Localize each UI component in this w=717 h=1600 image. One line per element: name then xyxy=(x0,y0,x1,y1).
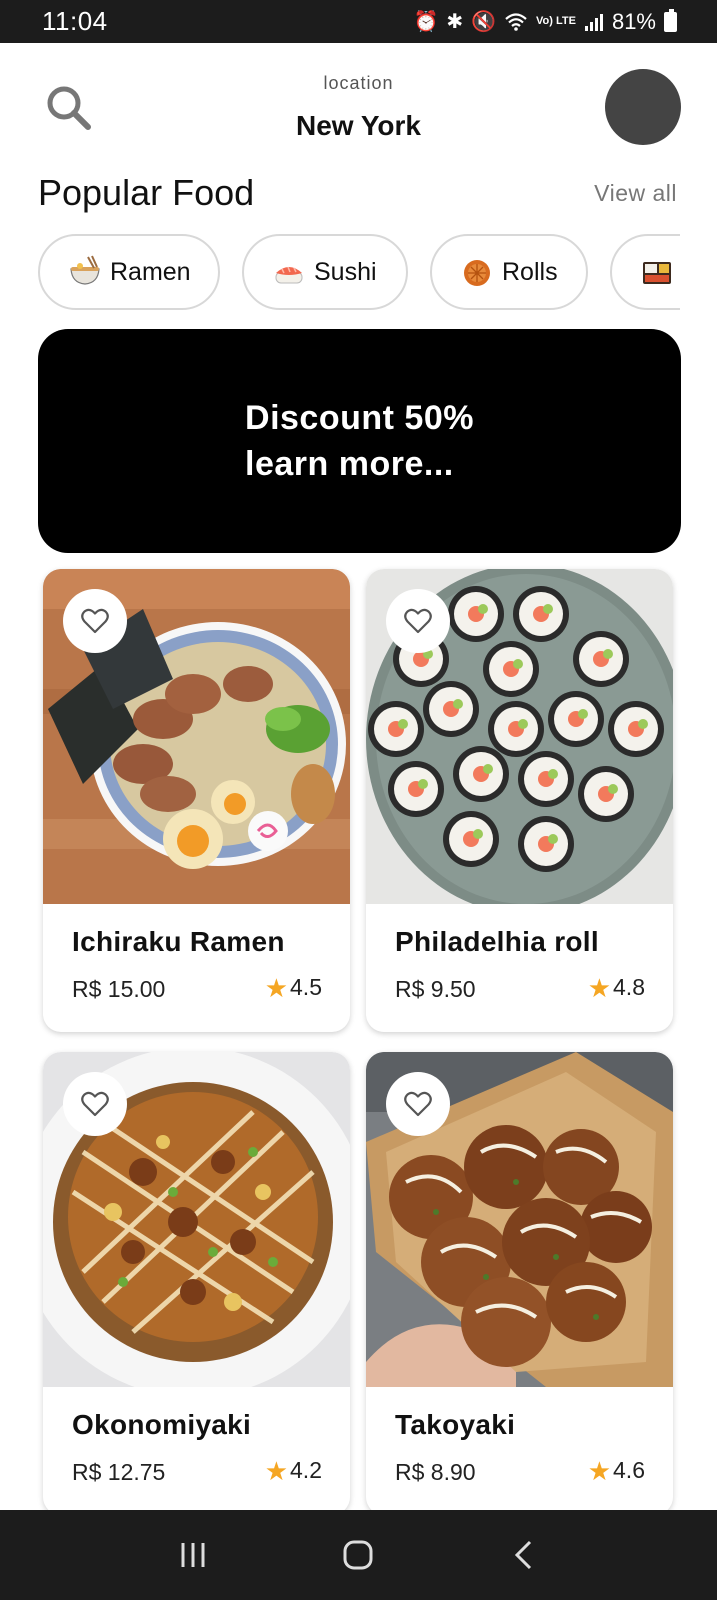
favorite-button[interactable] xyxy=(386,1072,450,1136)
avatar[interactable] xyxy=(605,69,681,145)
food-card[interactable]: Philadelhia roll R$ 9.50 ★ 4.8 xyxy=(366,569,673,1032)
category-chip-bento[interactable] xyxy=(610,234,680,310)
rating-value: 4.5 xyxy=(290,974,322,1000)
food-price: R$ 8.90 xyxy=(395,1459,476,1485)
heart-outline-icon xyxy=(81,608,109,634)
food-name: Philadelhia roll xyxy=(395,926,599,957)
heart-outline-icon xyxy=(404,1091,432,1117)
food-rating: ★ 4.2 xyxy=(265,1457,322,1484)
category-list: Ramen Sushi Rolls xyxy=(38,234,680,310)
home-icon xyxy=(343,1540,373,1570)
category-label: Rolls xyxy=(502,257,558,286)
star-icon: ★ xyxy=(264,1455,289,1486)
view-all-link[interactable]: View all xyxy=(594,180,677,207)
heart-outline-icon xyxy=(404,608,432,634)
bento-box-emoji xyxy=(643,262,671,284)
recent-apps-button[interactable] xyxy=(163,1525,223,1585)
food-price: R$ 9.50 xyxy=(395,976,476,1002)
food-price: R$ 15.00 xyxy=(72,976,166,1002)
system-nav-bar xyxy=(0,1510,717,1600)
favorite-button[interactable] xyxy=(386,589,450,653)
home-button[interactable] xyxy=(328,1525,388,1585)
food-rating: ★ 4.6 xyxy=(588,1457,645,1484)
network-type: Vo) LTE xyxy=(536,15,576,27)
back-button[interactable] xyxy=(494,1525,554,1585)
banner-line2: learn more... xyxy=(245,445,454,483)
screen: 11:04 ⏰ ✱ 🔇 Vo) LTE 81% location New Yor… xyxy=(0,0,717,1600)
star-icon: ★ xyxy=(264,972,289,1003)
bluetooth-icon: ✱ xyxy=(446,11,464,33)
food-price: R$ 12.75 xyxy=(72,1459,166,1485)
category-chip-sushi[interactable]: Sushi xyxy=(242,234,408,310)
category-label: Sushi xyxy=(314,257,377,286)
heart-outline-icon xyxy=(81,1091,109,1117)
rating-value: 4.8 xyxy=(613,974,645,1000)
mute-icon: 🔇 xyxy=(471,11,497,33)
rating-value: 4.2 xyxy=(290,1457,322,1483)
header: location New York xyxy=(0,43,717,168)
back-icon xyxy=(515,1540,532,1570)
signal-icon xyxy=(584,13,603,31)
food-name: Ichiraku Ramen xyxy=(72,926,285,957)
category-chip-rolls[interactable]: Rolls xyxy=(430,234,588,310)
ramen-bowl-emoji xyxy=(70,255,100,285)
favorite-button[interactable] xyxy=(63,589,127,653)
recent-apps-icon xyxy=(181,1543,205,1567)
alarm-icon: ⏰ xyxy=(413,11,439,33)
favorite-button[interactable] xyxy=(63,1072,127,1136)
status-bar: 11:04 ⏰ ✱ 🔇 Vo) LTE 81% xyxy=(0,0,717,43)
section-title: Popular Food xyxy=(38,172,255,213)
battery-icon xyxy=(664,8,677,32)
rating-value: 4.6 xyxy=(613,1457,645,1483)
battery-percent: 81% xyxy=(611,8,656,34)
sushi-emoji xyxy=(275,266,303,284)
food-name: Takoyaki xyxy=(395,1409,516,1440)
food-rating: ★ 4.5 xyxy=(265,974,322,1001)
star-icon: ★ xyxy=(587,972,612,1003)
food-card[interactable]: Ichiraku Ramen R$ 15.00 ★ 4.5 xyxy=(43,569,350,1032)
banner-line1: Discount 50% xyxy=(245,399,474,437)
status-icons: ⏰ ✱ 🔇 Vo) LTE 81% xyxy=(413,8,677,35)
banner-text: Discount 50% learn more... xyxy=(245,395,474,487)
food-card[interactable]: Okonomiyaki R$ 12.75 ★ 4.2 xyxy=(43,1052,350,1515)
star-icon: ★ xyxy=(587,1455,612,1486)
food-rating: ★ 4.8 xyxy=(588,974,645,1001)
food-name: Okonomiyaki xyxy=(72,1409,252,1440)
discount-banner[interactable]: Discount 50% learn more... xyxy=(38,329,681,553)
moon-cake-emoji xyxy=(464,260,490,286)
category-label: Ramen xyxy=(110,257,191,286)
food-card[interactable]: Takoyaki R$ 8.90 ★ 4.6 xyxy=(366,1052,673,1515)
status-time: 11:04 xyxy=(42,6,108,36)
wifi-icon xyxy=(505,12,527,31)
category-chip-ramen[interactable]: Ramen xyxy=(38,234,220,310)
